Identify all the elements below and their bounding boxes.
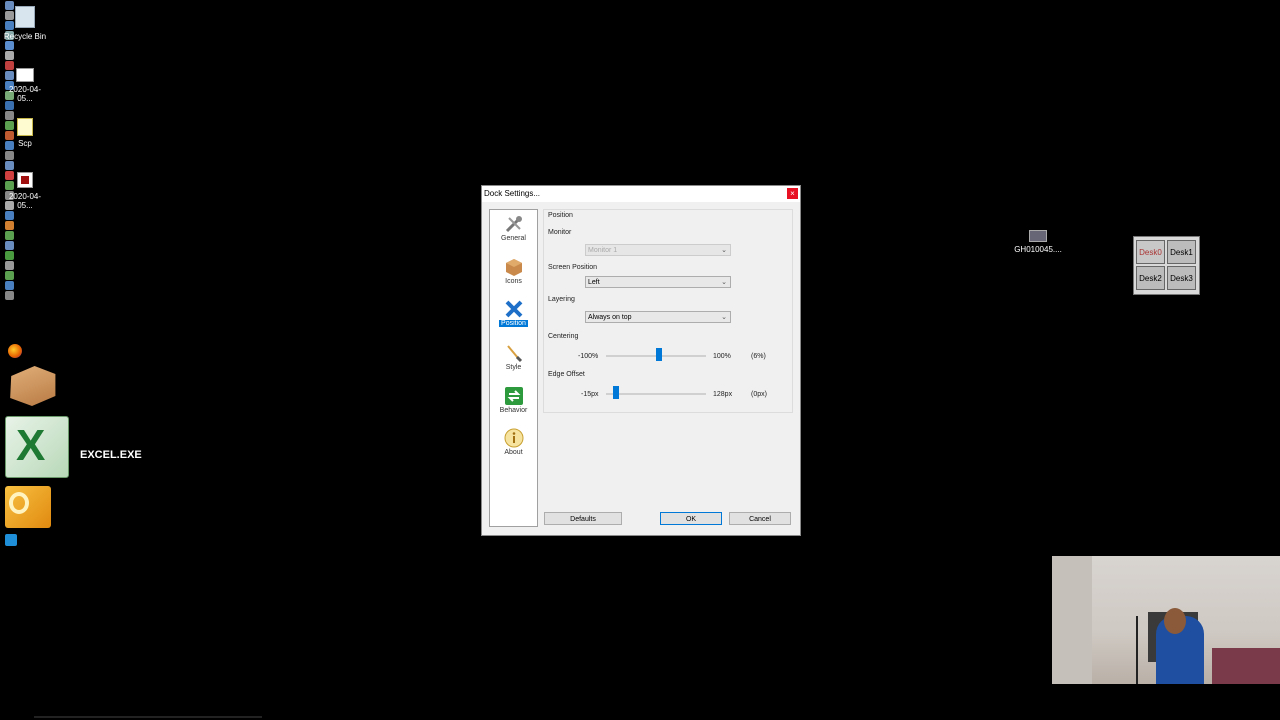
info-icon: [504, 428, 524, 448]
desktop-icon-scp[interactable]: Scp: [2, 118, 48, 148]
ok-button[interactable]: OK: [660, 512, 722, 525]
edge-offset-slider-thumb[interactable]: [613, 386, 620, 399]
desk3-cell[interactable]: Desk3: [1167, 266, 1196, 290]
brush-icon: [504, 343, 524, 363]
edge-offset-max: 128px: [713, 391, 733, 398]
webcam-overlay: [1052, 556, 1280, 684]
edge-offset-min: -15px: [581, 391, 599, 398]
edge-offset-value: (0px): [751, 391, 767, 398]
centering-min: -100%: [578, 353, 599, 360]
layering-label: Layering: [548, 296, 575, 303]
virtual-desktop-pager: Desk0 Desk1 Desk2 Desk3: [1133, 236, 1200, 295]
desk2-cell[interactable]: Desk2: [1136, 266, 1165, 290]
desktop-icon-recycle-bin[interactable]: Recycle Bin: [2, 6, 48, 41]
small-dock-icon[interactable]: [5, 534, 17, 546]
centering-slider-thumb[interactable]: [656, 348, 662, 361]
nav-item-behavior[interactable]: Behavior: [490, 386, 537, 414]
nav-item-icons[interactable]: Icons: [490, 257, 537, 285]
monitor-select: Monitor 1 ⌄: [585, 244, 731, 256]
position-icon: [504, 299, 524, 319]
taskbar-line: [34, 716, 262, 718]
centering-label: Centering: [548, 333, 579, 340]
chevron-down-icon: ⌄: [721, 279, 727, 286]
desk1-cell[interactable]: Desk1: [1167, 240, 1196, 264]
screen-position-select[interactable]: Left ⌄: [585, 276, 731, 288]
excel-icon: X: [5, 416, 69, 478]
monitor-label: Monitor: [548, 229, 572, 236]
centering-value: (6%): [751, 353, 766, 360]
box-icon: [504, 257, 524, 277]
edge-offset-slider-track[interactable]: [606, 393, 706, 395]
close-button[interactable]: ×: [787, 188, 798, 199]
desktop-icon-gopro-video[interactable]: GH010045....: [1012, 230, 1064, 254]
screenshot-file-icon: [16, 68, 34, 82]
video-file-icon: [17, 172, 33, 188]
dialog-title: Dock Settings...: [484, 189, 541, 198]
sticky-note-icon: [17, 118, 33, 136]
settings-nav: General Icons Position Style Behavior Ab…: [489, 209, 538, 527]
desk0-cell[interactable]: Desk0: [1136, 240, 1165, 264]
defaults-button[interactable]: Defaults: [544, 512, 622, 525]
centering-max: 100%: [713, 353, 731, 360]
nav-item-about[interactable]: About: [490, 428, 537, 456]
recycle-bin-icon: [15, 6, 35, 28]
behavior-icon: [504, 386, 524, 406]
layering-select[interactable]: Always on top ⌄: [585, 311, 731, 323]
chevron-down-icon: ⌄: [721, 247, 727, 254]
desktop-icon-video[interactable]: 2020-04-05...: [2, 172, 48, 210]
nav-item-position[interactable]: Position: [490, 299, 537, 327]
dock-settings-dialog: Dock Settings... × General Icons Positio…: [481, 185, 801, 536]
nav-item-style[interactable]: Style: [490, 343, 537, 371]
video-thumbnail-icon: [1029, 230, 1047, 242]
excel-label: EXCEL.EXE: [80, 449, 142, 461]
chevron-down-icon: ⌄: [721, 314, 727, 321]
nav-item-general[interactable]: General: [490, 214, 537, 242]
edge-offset-label: Edge Offset: [548, 371, 585, 378]
cancel-button[interactable]: Cancel: [729, 512, 791, 525]
screen-position-label: Screen Position: [548, 264, 598, 271]
firefox-icon[interactable]: [8, 344, 22, 358]
excel-dock-item[interactable]: X: [5, 416, 69, 478]
side-dock: [3, 0, 17, 720]
desktop-icon-screenshot[interactable]: 2020-04-05...: [2, 68, 48, 103]
outlook-icon[interactable]: [5, 486, 51, 528]
dialog-titlebar[interactable]: Dock Settings... ×: [482, 186, 800, 202]
tools-icon: [504, 214, 524, 234]
